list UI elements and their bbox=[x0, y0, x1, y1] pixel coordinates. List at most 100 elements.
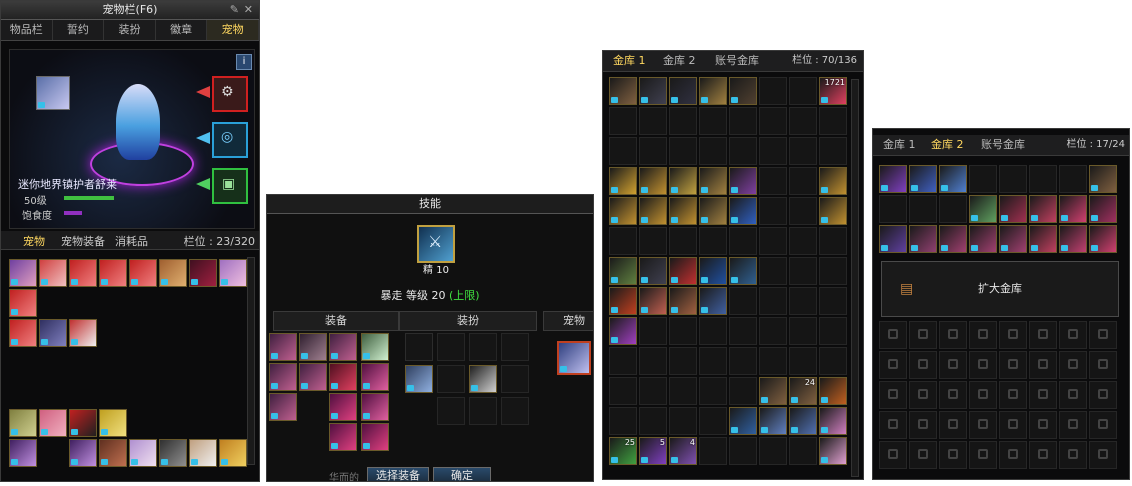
bank-empty-slot[interactable] bbox=[609, 107, 637, 135]
bank2-item-slot[interactable] bbox=[909, 225, 937, 253]
bank-empty-slot[interactable] bbox=[759, 347, 787, 375]
pet-slot[interactable] bbox=[99, 409, 127, 437]
bank-empty-slot[interactable] bbox=[819, 347, 847, 375]
bank-empty-slot[interactable] bbox=[639, 137, 667, 165]
bank2-empty-slot[interactable] bbox=[969, 165, 997, 193]
bank-item-slot[interactable] bbox=[699, 257, 727, 285]
bank-empty-slot[interactable] bbox=[759, 227, 787, 255]
bank-empty-slot[interactable] bbox=[639, 347, 667, 375]
bank-empty-slot[interactable] bbox=[819, 107, 847, 135]
bank2-item-slot[interactable] bbox=[1089, 195, 1117, 223]
info-button[interactable]: i bbox=[236, 54, 252, 70]
equip-slot[interactable] bbox=[299, 333, 327, 361]
bank-empty-slot[interactable] bbox=[729, 317, 757, 345]
bank-item-slot[interactable] bbox=[819, 437, 847, 465]
bank-empty-slot[interactable] bbox=[819, 287, 847, 315]
pet-slot[interactable] bbox=[189, 259, 217, 287]
pet-mini-slot[interactable] bbox=[36, 76, 70, 110]
tab-bank-2[interactable]: 金库 2 bbox=[663, 51, 696, 71]
bank2-item-slot[interactable] bbox=[999, 225, 1027, 253]
bank-item-slot[interactable]: 25 bbox=[609, 437, 637, 465]
bank-empty-slot[interactable] bbox=[819, 137, 847, 165]
tab-account-bank[interactable]: 账号金库 bbox=[715, 51, 759, 71]
bank2-empty-slot[interactable] bbox=[999, 165, 1027, 193]
bank-empty-slot[interactable] bbox=[639, 227, 667, 255]
bank2-empty-slot[interactable] bbox=[1029, 165, 1057, 193]
bank-item-slot[interactable] bbox=[639, 77, 667, 105]
bank-empty-slot[interactable] bbox=[669, 137, 697, 165]
bank-empty-slot[interactable] bbox=[759, 257, 787, 285]
pet-equip-slot[interactable] bbox=[557, 341, 591, 375]
bank-empty-slot[interactable] bbox=[819, 227, 847, 255]
bank-empty-slot[interactable] bbox=[789, 107, 817, 135]
tab-bank2-1[interactable]: 金库 1 bbox=[883, 135, 916, 155]
tab-avatar[interactable]: 装扮 bbox=[104, 20, 156, 40]
bank-empty-slot[interactable] bbox=[789, 137, 817, 165]
bank-item-slot[interactable] bbox=[669, 197, 697, 225]
bank-empty-slot[interactable] bbox=[639, 107, 667, 135]
equip-slot[interactable] bbox=[361, 423, 389, 451]
subtab-consumables[interactable]: 消耗品 bbox=[115, 233, 148, 249]
pet-skill-slot-blue[interactable]: ◎ bbox=[212, 122, 248, 158]
bank-empty-slot[interactable] bbox=[729, 287, 757, 315]
bank-empty-slot[interactable] bbox=[789, 227, 817, 255]
pet-slot[interactable] bbox=[9, 289, 37, 317]
bank-item-slot[interactable] bbox=[609, 197, 637, 225]
bank-empty-slot[interactable] bbox=[669, 347, 697, 375]
bank-item-slot[interactable] bbox=[699, 77, 727, 105]
bank-item-slot[interactable] bbox=[669, 287, 697, 315]
pet-slot[interactable] bbox=[159, 439, 187, 467]
bank-empty-slot[interactable] bbox=[699, 107, 727, 135]
bank-item-slot[interactable] bbox=[699, 287, 727, 315]
bank-empty-slot[interactable] bbox=[759, 287, 787, 315]
bank-item-slot[interactable] bbox=[669, 257, 697, 285]
bank-empty-slot[interactable] bbox=[699, 377, 727, 405]
bank-item-slot[interactable] bbox=[669, 167, 697, 195]
bank-item-slot[interactable] bbox=[609, 77, 637, 105]
tab-bank-1[interactable]: 金库 1 bbox=[613, 51, 646, 71]
bank-item-slot[interactable] bbox=[759, 377, 787, 405]
bank-item-slot[interactable] bbox=[639, 257, 667, 285]
bank-item-slot[interactable] bbox=[789, 407, 817, 435]
equip-slot[interactable] bbox=[269, 333, 297, 361]
pet-slot[interactable] bbox=[159, 259, 187, 287]
bank-empty-slot[interactable] bbox=[819, 257, 847, 285]
pet-slot[interactable] bbox=[9, 409, 37, 437]
close-icon[interactable]: ✕ bbox=[244, 1, 253, 19]
equip-slot[interactable] bbox=[329, 333, 357, 361]
bank-item-slot[interactable]: 4 bbox=[669, 437, 697, 465]
avatar-slot-empty[interactable] bbox=[437, 397, 465, 425]
avatar-slot-empty[interactable] bbox=[469, 397, 497, 425]
bank-empty-slot[interactable] bbox=[759, 167, 787, 195]
pet-slot[interactable] bbox=[129, 259, 157, 287]
bank-empty-slot[interactable] bbox=[789, 197, 817, 225]
bank-empty-slot[interactable] bbox=[669, 407, 697, 435]
bank-item-slot[interactable] bbox=[729, 257, 757, 285]
equip-slot[interactable] bbox=[329, 363, 357, 391]
bank-item-slot[interactable] bbox=[609, 287, 637, 315]
bank-empty-slot[interactable] bbox=[759, 107, 787, 135]
equip-slot[interactable] bbox=[361, 363, 389, 391]
pet-slot[interactable] bbox=[39, 319, 67, 347]
bank-empty-slot[interactable] bbox=[729, 137, 757, 165]
bank-empty-slot[interactable] bbox=[759, 317, 787, 345]
equip-slot[interactable] bbox=[361, 333, 389, 361]
pet-slot[interactable] bbox=[9, 319, 37, 347]
bank-empty-slot[interactable] bbox=[699, 227, 727, 255]
bank-empty-slot[interactable] bbox=[789, 437, 817, 465]
bank-item-slot[interactable] bbox=[729, 167, 757, 195]
bank2-item-slot[interactable] bbox=[1029, 195, 1057, 223]
pet-slot[interactable] bbox=[99, 439, 127, 467]
avatar-slot-empty[interactable] bbox=[469, 333, 497, 361]
equip-slot[interactable] bbox=[361, 393, 389, 421]
bank-empty-slot[interactable] bbox=[609, 377, 637, 405]
bank-item-slot[interactable] bbox=[819, 167, 847, 195]
bank-empty-slot[interactable] bbox=[699, 407, 727, 435]
bank2-item-slot[interactable] bbox=[879, 165, 907, 193]
pet-grid-scrollbar[interactable] bbox=[247, 257, 255, 465]
pet-slot[interactable] bbox=[39, 259, 67, 287]
bank-item-slot[interactable] bbox=[669, 77, 697, 105]
bank-empty-slot[interactable] bbox=[609, 137, 637, 165]
bank-empty-slot[interactable] bbox=[639, 377, 667, 405]
bank2-empty-slot[interactable] bbox=[879, 195, 907, 223]
